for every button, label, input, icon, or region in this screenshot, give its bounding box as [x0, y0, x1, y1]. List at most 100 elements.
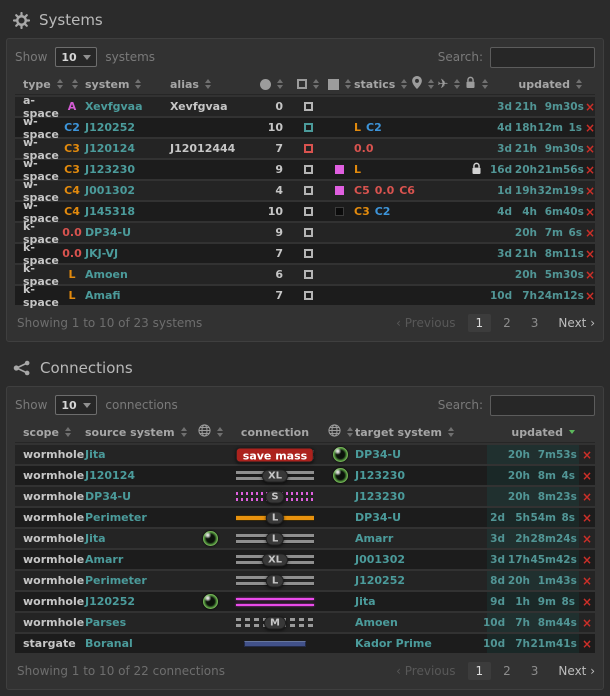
delete-connection-button[interactable]: × [582, 470, 592, 482]
target-system-link[interactable]: Jita [355, 592, 487, 611]
lock-cell [462, 265, 490, 284]
source-system-link[interactable]: J120124 [85, 466, 195, 485]
systems-page-size-select[interactable]: 10 [55, 47, 97, 67]
target-system-link[interactable]: Amoen [355, 613, 487, 632]
target-system-link[interactable]: J123230 [355, 466, 487, 485]
system-name-link[interactable]: J120252 [85, 118, 170, 137]
delete-cell: × [582, 181, 598, 200]
target-system-link[interactable]: Kador Prime [355, 634, 487, 653]
plane-cell [436, 223, 462, 242]
previous-button[interactable]: ‹ Previous [396, 664, 455, 678]
source-system-link[interactable]: Perimeter [85, 508, 195, 527]
source-system-link[interactable]: DP34-U [85, 487, 195, 506]
source-system-link[interactable]: J120252 [85, 592, 195, 611]
time-segment: 30s [563, 101, 582, 113]
system-name-link[interactable]: Amoen [85, 265, 170, 284]
connections-search-input[interactable] [490, 395, 595, 416]
source-wormhole-cell [195, 445, 225, 464]
col-updated[interactable]: updated [490, 74, 582, 94]
system-name-link[interactable]: J001302 [85, 181, 170, 200]
time-segment: 42s [556, 554, 575, 566]
connection-bar: L [236, 532, 314, 545]
sort-icon [313, 79, 319, 89]
page-3-button[interactable]: 3 [523, 314, 547, 332]
previous-button[interactable]: ‹ Previous [396, 316, 455, 330]
target-system-link[interactable]: J001302 [355, 550, 487, 569]
source-system-link[interactable]: Boranal [85, 634, 195, 653]
plane-icon: ✈ [438, 78, 449, 91]
delete-connection-button[interactable]: × [582, 638, 592, 650]
lock-cell [462, 97, 490, 116]
target-system-link[interactable]: J120252 [355, 571, 487, 590]
col-pilots-circle-icon[interactable] [260, 74, 292, 94]
connections-page-size-select[interactable]: 10 [55, 395, 97, 415]
col-alias[interactable]: alias [170, 74, 260, 94]
col-target-globe-icon[interactable] [325, 422, 355, 442]
target-system-link[interactable]: J123230 [355, 487, 487, 506]
systems-title: Systems [39, 11, 103, 29]
page-1-button[interactable]: 1 [468, 662, 492, 680]
col-type[interactable]: type [15, 74, 59, 94]
source-system-link[interactable]: Perimeter [85, 571, 195, 590]
delete-connection-button[interactable]: × [582, 554, 592, 566]
system-name-link[interactable]: JKJ-VJ [85, 244, 170, 263]
col-effect-square-filled-icon[interactable] [324, 74, 354, 94]
delete-system-button[interactable]: × [585, 143, 595, 155]
lock-cell [462, 223, 490, 242]
col-plane-icon[interactable]: ✈ [436, 74, 462, 94]
time-segment: 28m [530, 533, 556, 545]
delete-connection-button[interactable]: × [582, 575, 592, 587]
col-source-system[interactable]: source system [85, 422, 195, 442]
delete-system-button[interactable]: × [585, 185, 595, 197]
delete-connection-button[interactable]: × [582, 533, 592, 545]
delete-system-button[interactable]: × [585, 122, 595, 134]
system-name-link[interactable]: J145318 [85, 202, 170, 221]
delete-system-button[interactable]: × [585, 206, 595, 218]
target-system-link[interactable]: DP34-U [355, 445, 487, 464]
col-lock-icon[interactable] [462, 74, 490, 94]
col-target-system[interactable]: target system [355, 422, 487, 442]
delete-system-button[interactable]: × [585, 290, 595, 302]
delete-system-button[interactable]: × [585, 101, 595, 113]
col-security[interactable] [59, 74, 85, 94]
time-segment: 30s [563, 143, 582, 155]
system-name-link[interactable]: J123230 [85, 160, 170, 179]
target-system-link[interactable]: DP34-U [355, 508, 487, 527]
source-system-link[interactable]: Jita [85, 445, 195, 464]
col-map-pin-icon[interactable] [410, 74, 436, 94]
delete-connection-button[interactable]: × [582, 449, 592, 461]
system-name-link[interactable]: DP34-U [85, 223, 170, 242]
time-segment: 16d [490, 164, 512, 176]
systems-table-row: a-spaceAXevfgvaaXevfgvaa03d21h9m30s× [15, 97, 595, 116]
delete-connection-button[interactable]: × [582, 512, 592, 524]
next-button[interactable]: Next › [558, 664, 595, 678]
page-2-button[interactable]: 2 [495, 314, 519, 332]
col-source-globe-icon[interactable] [195, 422, 225, 442]
source-system-link[interactable]: Jita [85, 529, 195, 548]
delete-system-button[interactable]: × [585, 164, 595, 176]
col-system[interactable]: system [85, 74, 170, 94]
delete-connection-button[interactable]: × [582, 617, 592, 629]
delete-system-button[interactable]: × [585, 269, 595, 281]
system-name-link[interactable]: Amafi [85, 286, 170, 305]
connection-bar: L [236, 574, 314, 587]
system-name-link[interactable]: J120124 [85, 139, 170, 158]
system-name-link[interactable]: Xevfgvaa [85, 97, 170, 116]
page-1-button[interactable]: 1 [468, 314, 492, 332]
systems-search-input[interactable] [490, 47, 595, 68]
next-button[interactable]: Next › [558, 316, 595, 330]
col-status-square-outline-icon[interactable] [292, 74, 324, 94]
target-system-link[interactable]: Amarr [355, 529, 487, 548]
col-statics[interactable]: statics [354, 74, 410, 94]
source-system-link[interactable]: Parses [85, 613, 195, 632]
delete-system-button[interactable]: × [585, 227, 595, 239]
source-system-link[interactable]: Amarr [85, 550, 195, 569]
col-updated[interactable]: updated [487, 422, 579, 442]
page-3-button[interactable]: 3 [523, 662, 547, 680]
pilot-count: 4 [260, 181, 292, 200]
delete-connection-button[interactable]: × [582, 491, 592, 503]
delete-connection-button[interactable]: × [582, 596, 592, 608]
col-scope[interactable]: scope [15, 422, 85, 442]
delete-system-button[interactable]: × [585, 248, 595, 260]
page-2-button[interactable]: 2 [495, 662, 519, 680]
